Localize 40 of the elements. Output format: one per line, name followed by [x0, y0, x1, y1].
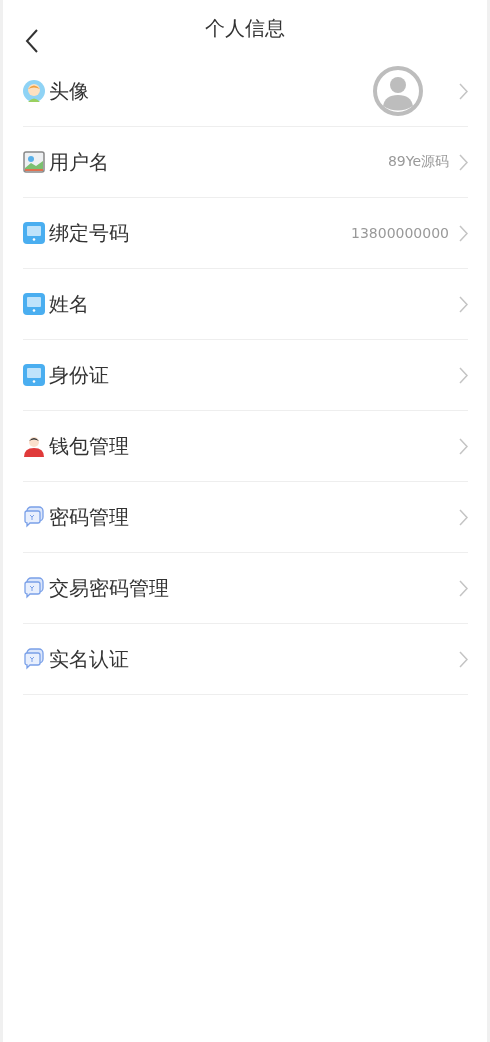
- row-label: 绑定号码: [49, 219, 130, 247]
- info-row[interactable]: 绑定号码 13800000000: [23, 198, 468, 269]
- image-icon: [23, 151, 45, 173]
- back-button[interactable]: [25, 28, 39, 54]
- chat-icon: [23, 648, 45, 670]
- monitor-icon: [23, 222, 45, 244]
- chevron-right-icon: [459, 224, 468, 242]
- chevron-right-icon: [459, 437, 468, 455]
- info-row[interactable]: 钱包管理: [23, 411, 468, 482]
- info-row[interactable]: 实名认证: [23, 624, 468, 695]
- monitor-icon: [23, 364, 45, 386]
- row-label: 交易密码管理: [49, 574, 170, 602]
- row-label: 钱包管理: [49, 432, 130, 460]
- chat-icon: [23, 577, 45, 599]
- info-row[interactable]: 姓名: [23, 269, 468, 340]
- chevron-right-icon: [459, 650, 468, 668]
- row-label: 姓名: [49, 290, 90, 318]
- chevron-right-icon: [459, 153, 468, 171]
- monitor-icon: [23, 293, 45, 315]
- info-row[interactable]: 头像: [23, 56, 468, 127]
- row-label: 头像: [49, 77, 90, 105]
- page-title: 个人信息: [205, 15, 285, 42]
- chevron-right-icon: [459, 366, 468, 384]
- row-value: 13800000000: [351, 225, 449, 241]
- person-icon: [23, 435, 45, 457]
- info-row[interactable]: 交易密码管理: [23, 553, 468, 624]
- row-label: 身份证: [49, 361, 110, 389]
- row-value: 89Ye源码: [387, 153, 449, 171]
- row-label: 实名认证: [49, 645, 130, 673]
- chevron-right-icon: [459, 508, 468, 526]
- chevron-right-icon: [459, 579, 468, 597]
- row-label: 密码管理: [49, 503, 130, 531]
- chevron-right-icon: [459, 295, 468, 313]
- child-face-icon: [23, 80, 45, 102]
- info-row[interactable]: 用户名 89Ye源码: [23, 127, 468, 198]
- info-row[interactable]: 密码管理: [23, 482, 468, 553]
- info-row[interactable]: 身份证: [23, 340, 468, 411]
- chevron-right-icon: [459, 82, 468, 100]
- row-label: 用户名: [49, 148, 110, 176]
- chat-icon: [23, 506, 45, 528]
